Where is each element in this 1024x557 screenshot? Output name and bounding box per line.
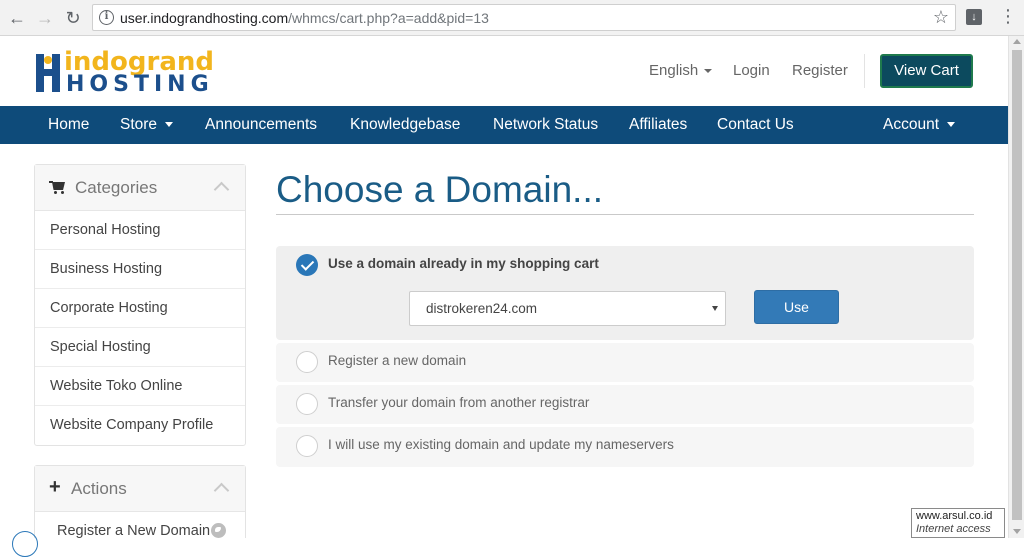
option-label: I will use my existing domain and update… <box>328 437 674 452</box>
action-register-domain[interactable]: Register a New Domain <box>35 512 245 538</box>
nav-network-status[interactable]: Network Status <box>493 106 598 144</box>
page: indogrand HOSTING English Login Register… <box>0 36 1008 538</box>
select-arrow-icon <box>712 306 718 311</box>
radio-unchecked-icon[interactable] <box>296 435 318 457</box>
actions-title: Actions <box>71 479 127 498</box>
cart-domain-select[interactable]: distrokeren24.com <box>409 291 726 326</box>
nav-account-label: Account <box>883 116 940 133</box>
nav-store[interactable]: Store <box>120 106 174 144</box>
scroll-up-icon[interactable] <box>1013 39 1021 44</box>
option-label: Use a domain already in my shopping cart <box>328 256 599 271</box>
status-tip-access: Internet access <box>916 523 991 535</box>
caret-down-icon <box>165 122 174 128</box>
categories-header[interactable]: Categories <box>35 165 245 211</box>
nav-home[interactable]: Home <box>48 106 89 144</box>
menu-kebab-icon[interactable]: ⋮ <box>999 6 1017 27</box>
nav-account[interactable]: Account <box>883 106 956 144</box>
option-register-domain[interactable]: Register a new domain <box>276 343 974 382</box>
category-website-company-profile[interactable]: Website Company Profile <box>35 406 245 445</box>
option-label: Transfer your domain from another regist… <box>328 395 590 410</box>
plus-icon: + <box>49 476 61 498</box>
radio-checked-icon[interactable] <box>296 254 318 276</box>
option-label: Register a new domain <box>328 353 467 368</box>
logo-text-hosting: HOSTING <box>66 72 214 97</box>
option-transfer-domain[interactable]: Transfer your domain from another regist… <box>276 385 974 424</box>
radio-unchecked-icon[interactable] <box>296 351 318 373</box>
reload-icon[interactable]: ↻ <box>62 7 84 29</box>
view-cart-button[interactable]: View Cart <box>880 54 973 88</box>
actions-header[interactable]: + Actions <box>35 466 245 512</box>
url-host: user.indograndhosting.com <box>120 10 289 26</box>
page-scrollbar[interactable] <box>1008 36 1024 538</box>
caret-down-icon <box>704 69 713 74</box>
scroll-thumb[interactable] <box>1012 50 1022 520</box>
back-arrow-icon[interactable]: ← <box>6 7 28 29</box>
nav-announcements[interactable]: Announcements <box>205 106 317 144</box>
radio-unchecked-icon[interactable] <box>296 393 318 415</box>
site-logo[interactable]: indogrand HOSTING <box>36 48 216 97</box>
url-path: /whmcs/cart.php?a=add&pid=13 <box>288 10 489 26</box>
nav-store-label: Store <box>120 116 158 133</box>
page-title: Choose a Domain... <box>276 169 604 210</box>
forward-arrow-icon[interactable]: → <box>34 7 56 29</box>
nav-knowledgebase[interactable]: Knowledgebase <box>350 106 460 144</box>
category-business-hosting[interactable]: Business Hosting <box>35 250 245 289</box>
nav-affiliates[interactable]: Affiliates <box>629 106 687 144</box>
download-extension-icon[interactable]: ↓ <box>966 9 982 25</box>
bookmark-star-icon[interactable]: ☆ <box>933 7 949 28</box>
category-personal-hosting[interactable]: Personal Hosting <box>35 211 245 250</box>
cart-domain-value: distrokeren24.com <box>426 301 538 316</box>
category-corporate-hosting[interactable]: Corporate Hosting <box>35 289 245 328</box>
status-tip-host: www.arsul.co.id <box>916 510 993 522</box>
categories-panel: Categories Personal Hosting Business Hos… <box>34 164 246 446</box>
categories-title: Categories <box>75 178 158 197</box>
action-register-domain-label: Register a New Domain <box>57 523 211 538</box>
globe-icon <box>211 523 226 538</box>
header-divider <box>864 54 865 88</box>
shopping-cart-icon <box>49 181 66 194</box>
login-link[interactable]: Login <box>733 62 770 79</box>
address-bar[interactable]: i user.indograndhosting.com/whmcs/cart.p… <box>92 4 956 31</box>
category-website-toko-online[interactable]: Website Toko Online <box>35 367 245 406</box>
chevron-up-icon[interactable] <box>213 482 230 499</box>
info-icon[interactable]: i <box>99 10 114 25</box>
category-special-hosting[interactable]: Special Hosting <box>35 328 245 367</box>
nav-contact-us[interactable]: Contact Us <box>717 106 794 144</box>
caret-down-icon <box>947 122 956 128</box>
network-status-tooltip: www.arsul.co.id Internet access <box>911 508 1005 538</box>
url-text: user.indograndhosting.com/whmcs/cart.php… <box>120 10 489 26</box>
title-divider <box>276 214 974 215</box>
option-use-existing-domain[interactable]: I will use my existing domain and update… <box>276 427 974 467</box>
chevron-up-icon[interactable] <box>213 181 230 198</box>
browser-toolbar: ← → ↻ i user.indograndhosting.com/whmcs/… <box>0 0 1024 36</box>
actions-panel: + Actions Register a New Domain <box>34 465 246 538</box>
logo-mark-icon <box>36 50 64 94</box>
use-button[interactable]: Use <box>754 290 839 324</box>
language-dropdown[interactable]: English <box>649 62 713 79</box>
main-navbar: Home Store Announcements Knowledgebase N… <box>0 106 1008 144</box>
scroll-down-icon[interactable] <box>1013 529 1021 534</box>
language-label: English <box>649 62 699 79</box>
register-link[interactable]: Register <box>792 62 848 79</box>
chat-widget-icon[interactable] <box>12 531 38 557</box>
